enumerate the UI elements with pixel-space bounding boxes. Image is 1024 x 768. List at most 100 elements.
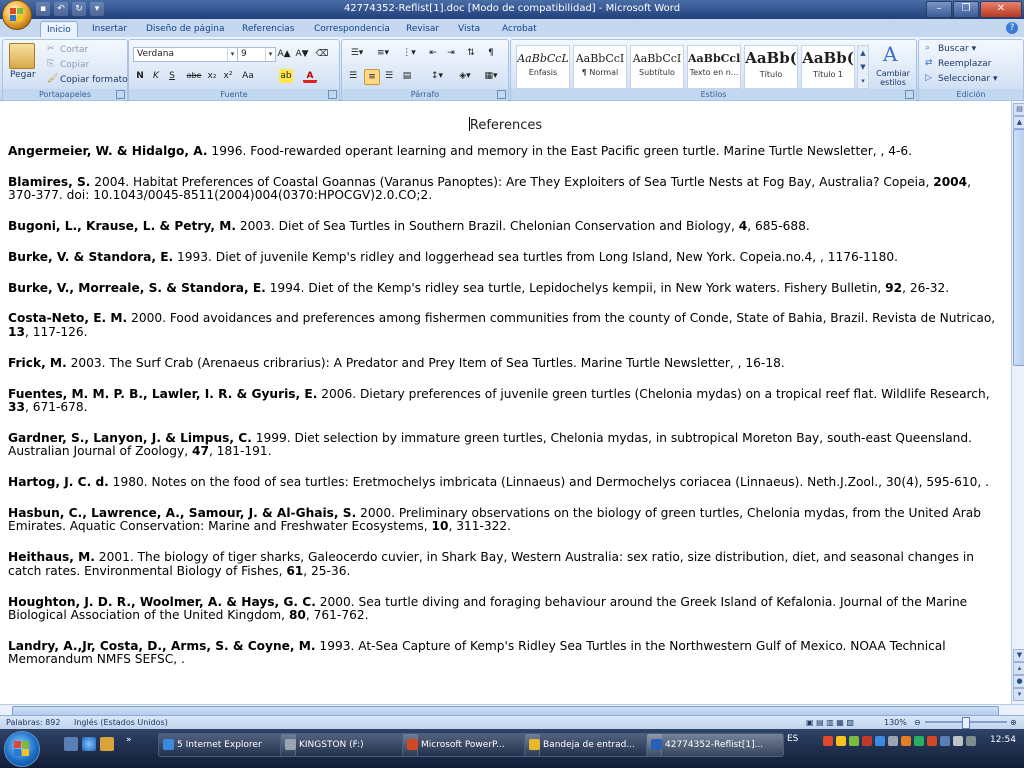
internet-explorer-icon[interactable] (82, 737, 96, 751)
zoom-level[interactable]: 130% (884, 717, 907, 729)
language-status[interactable]: Inglés (Estados Unidos) (74, 717, 168, 729)
taskbar-button-kingston[interactable]: KINGSTON (F:) (280, 733, 418, 757)
scroll-up-icon[interactable]: ▲ (1013, 116, 1024, 129)
font-size-combo[interactable]: 9 ▾ (237, 47, 276, 62)
browse-object-icon[interactable]: ● (1013, 675, 1024, 688)
superscript-button[interactable]: x² (221, 69, 235, 83)
tab-insertar[interactable]: Insertar (86, 21, 133, 37)
multilevel-list-icon[interactable]: ⋮▾ (398, 46, 420, 60)
show-desktop-icon[interactable] (64, 737, 78, 751)
taskbar-button-word[interactable]: 42774352-Reflist[1]... (646, 733, 784, 757)
paragraph-launcher-icon[interactable] (497, 90, 506, 99)
styles-launcher-icon[interactable] (905, 90, 914, 99)
tray-icon[interactable] (914, 736, 924, 746)
decrease-indent-icon[interactable]: ⇤ (426, 46, 440, 60)
align-center-icon[interactable]: ≡ (364, 69, 380, 85)
font-name-combo[interactable]: Verdana ▾ (133, 47, 238, 62)
sort-icon[interactable]: ⇅ (464, 46, 478, 60)
clear-format-icon[interactable]: ⌫ (315, 47, 329, 61)
change-case-button[interactable]: Aa (239, 69, 257, 83)
increase-indent-icon[interactable]: ⇥ (444, 46, 458, 60)
vertical-scrollbar[interactable]: ▤ ▲ ▼ ▴ ● ▾ (1011, 101, 1024, 704)
tray-icon[interactable] (862, 736, 872, 746)
grow-font-button[interactable]: A▲ (277, 47, 291, 61)
find-button[interactable]: Buscar (938, 44, 969, 54)
office-button[interactable] (2, 0, 32, 30)
zoom-out-icon[interactable]: ⊖ (914, 717, 921, 729)
tray-icon[interactable] (823, 736, 833, 746)
bold-button[interactable]: N (133, 69, 147, 83)
replace-button[interactable]: Reemplazar (938, 59, 991, 69)
align-right-icon[interactable]: ☰ (382, 69, 396, 83)
scroll-thumb[interactable] (1013, 129, 1024, 366)
word-count[interactable]: Palabras: 892 (6, 717, 60, 729)
style-subtitulo[interactable]: AaBbCcI Subtítulo (630, 45, 684, 89)
taskbar-button-powerpoint[interactable]: Microsoft PowerP... (402, 733, 540, 757)
borders-icon[interactable]: ▦▾ (480, 69, 502, 83)
quick-launch-icon[interactable] (100, 737, 114, 751)
tray-icon[interactable] (888, 736, 898, 746)
paste-button[interactable]: Pegar (10, 70, 36, 80)
align-left-icon[interactable]: ☰ (346, 69, 360, 83)
style-titulo[interactable]: AaBb(Título (744, 45, 798, 89)
help-icon[interactable]: ? (1006, 22, 1018, 34)
zoom-in-icon[interactable]: ⊕ (1010, 717, 1017, 729)
highlight-icon[interactable]: ab (279, 69, 293, 83)
underline-button[interactable]: S (165, 69, 179, 83)
zoom-slider-knob[interactable] (962, 717, 970, 729)
font-color-icon[interactable]: A (303, 69, 317, 83)
tray-icon[interactable] (836, 736, 846, 746)
tab-diseno-pagina[interactable]: Diseño de página (140, 21, 231, 37)
italic-button[interactable]: K (149, 69, 163, 83)
shading-icon[interactable]: ◈▾ (454, 69, 476, 83)
font-launcher-icon[interactable] (328, 90, 337, 99)
styles-scroll-icon[interactable]: ▲ ▼ ▾ (857, 45, 869, 89)
quick-launch-more-icon[interactable]: » (126, 735, 132, 745)
tab-vista[interactable]: Vista (452, 21, 486, 37)
clock[interactable]: 12:54 (990, 735, 1016, 745)
scroll-down-icon[interactable]: ▼ (1013, 649, 1024, 662)
ruler-toggle-icon[interactable]: ▤ (1013, 103, 1024, 116)
tray-icon[interactable] (966, 736, 976, 746)
document-page[interactable]: References Angermeier, W. & Hidalgo, A. … (0, 101, 1011, 704)
minimize-button[interactable]: – (926, 1, 952, 18)
tab-inicio[interactable]: Inicio (40, 21, 78, 38)
previous-page-icon[interactable]: ▴ (1013, 662, 1024, 675)
next-page-icon[interactable]: ▾ (1013, 688, 1024, 701)
tab-acrobat[interactable]: Acrobat (496, 21, 543, 37)
tray-icon[interactable] (927, 736, 937, 746)
numbering-icon[interactable]: ≡▾ (372, 46, 394, 60)
line-spacing-icon[interactable]: ↕▾ (426, 69, 448, 83)
paste-icon[interactable] (9, 43, 35, 69)
copy-button[interactable]: Copiar (60, 60, 89, 70)
show-marks-icon[interactable]: ¶ (484, 46, 498, 60)
taskbar-button-ie[interactable]: 5 Internet Explorer (158, 733, 296, 757)
start-button[interactable] (4, 731, 40, 767)
cut-button[interactable]: Cortar (60, 45, 88, 55)
tray-icon[interactable] (849, 736, 859, 746)
close-button[interactable]: ✕ (980, 1, 1022, 18)
view-mode-icons[interactable]: ▣ ▤ ▥ ▦ ▧ (806, 717, 854, 729)
bullets-icon[interactable]: ☰▾ (346, 46, 368, 60)
taskbar-button-outlook[interactable]: Bandeja de entrad... (524, 733, 662, 757)
volume-icon[interactable] (953, 736, 963, 746)
strikethrough-button[interactable]: abe (185, 69, 203, 83)
style-enfasis[interactable]: AaBbCcL Énfasis (516, 45, 570, 89)
tab-revisar[interactable]: Revisar (400, 21, 445, 37)
style-normal[interactable]: AaBbCcI ¶ Normal (573, 45, 627, 89)
tab-correspondencia[interactable]: Correspondencia (308, 21, 396, 37)
format-painter-button[interactable]: Copiar formato (60, 75, 128, 85)
tab-referencias[interactable]: Referencias (236, 21, 301, 37)
input-language[interactable]: ES (787, 734, 798, 744)
shrink-font-button[interactable]: A▼ (295, 47, 309, 61)
tray-icon[interactable] (875, 736, 885, 746)
subscript-button[interactable]: x₂ (205, 69, 219, 83)
style-texto[interactable]: AaBbCcl Texto en n... (687, 45, 741, 89)
network-icon[interactable] (940, 736, 950, 746)
restore-button[interactable]: ❐ (953, 1, 979, 18)
style-titulo1[interactable]: AaBb(Título 1 (801, 45, 855, 89)
change-styles-button[interactable]: Cambiar estilos (875, 69, 911, 87)
select-button[interactable]: Seleccionar (938, 74, 990, 84)
justify-icon[interactable]: ▤ (400, 69, 414, 83)
tray-icon[interactable] (901, 736, 911, 746)
